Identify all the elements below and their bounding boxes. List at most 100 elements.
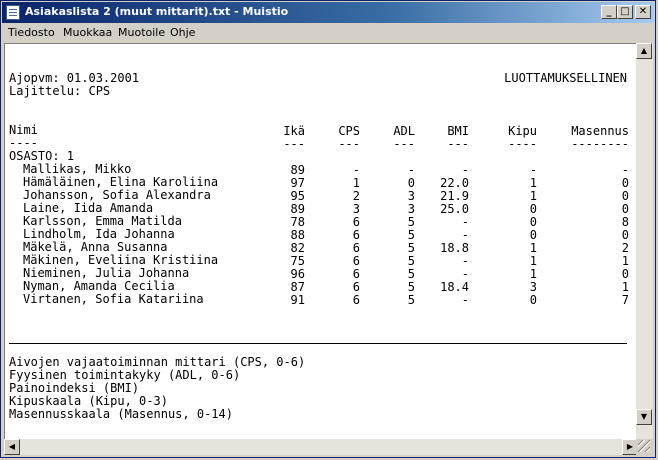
- resize-grip-icon[interactable]: [638, 440, 650, 452]
- row-bmi: -: [461, 215, 469, 229]
- row-adl: -: [407, 163, 415, 177]
- header-cps-underline: ---: [338, 137, 360, 151]
- minimize-button[interactable]: _: [601, 5, 617, 19]
- row-adl: 5: [407, 241, 415, 255]
- row-bmi: -: [461, 163, 469, 177]
- row-age: 91: [290, 293, 305, 307]
- row-adl: 0: [407, 176, 415, 190]
- scroll-down-button[interactable]: ▼: [636, 409, 652, 425]
- header-kipu: Kipu: [508, 124, 537, 138]
- row-kipu: 0: [529, 202, 537, 216]
- notepad-icon[interactable]: [6, 5, 20, 20]
- header-masennus-underline: --------: [571, 137, 629, 151]
- row-masennus: 1: [621, 280, 629, 294]
- row-cps: 3: [352, 202, 360, 216]
- menu-muokkaa[interactable]: Muokkaa: [63, 26, 112, 39]
- row-masennus: 8: [621, 215, 629, 229]
- row-kipu: 3: [529, 280, 537, 294]
- row-adl: 5: [407, 254, 415, 268]
- horizontal-scrollbar[interactable]: ◀ ▶: [4, 439, 638, 455]
- header-kipu-underline: ----: [508, 137, 537, 151]
- row-age: 95: [290, 189, 305, 203]
- maximize-button[interactable]: □: [617, 5, 633, 19]
- row-masennus: 0: [621, 189, 629, 203]
- row-bmi: -: [461, 293, 469, 307]
- menu-tiedosto[interactable]: Tiedosto: [8, 26, 55, 39]
- separator-line: [9, 343, 627, 344]
- row-masennus: 0: [621, 267, 629, 281]
- scroll-up-button[interactable]: ▲: [636, 43, 652, 59]
- text-editor[interactable]: Ajopvm: 01.03.2001 LUOTTAMUKSELLINEN Laj…: [4, 43, 637, 441]
- row-cps: 6: [352, 293, 360, 307]
- row-age: 75: [290, 254, 305, 268]
- menu-ohje[interactable]: Ohje: [170, 26, 195, 39]
- row-adl: 5: [407, 293, 415, 307]
- header-masennus: Masennus: [571, 124, 629, 138]
- row-cps: 6: [352, 280, 360, 294]
- header-bmi: BMI: [447, 124, 469, 138]
- row-masennus: 1: [621, 254, 629, 268]
- header-age-underline: ---: [283, 137, 305, 151]
- row-masennus: 7: [621, 293, 629, 307]
- row-masennus: 2: [621, 241, 629, 255]
- row-age: 96: [290, 267, 305, 281]
- menu-bar: Tiedosto Muokkaa Muotoile Ohje: [2, 23, 654, 42]
- window-title: Asiakaslista 2 (muut mittarit).txt - Mui…: [25, 5, 289, 18]
- header-age: Ikä: [283, 124, 305, 138]
- resize-corner[interactable]: [636, 439, 653, 455]
- header-adl-underline: ---: [393, 137, 415, 151]
- title-bar[interactable]: Asiakaslista 2 (muut mittarit).txt - Mui…: [2, 2, 654, 23]
- confidential-label: LUOTTAMUKSELLINEN: [504, 71, 627, 85]
- row-cps: 6: [352, 228, 360, 242]
- header-cps: CPS: [338, 124, 360, 138]
- row-adl: 5: [407, 228, 415, 242]
- row-bmi: -: [461, 267, 469, 281]
- close-button[interactable]: ✕: [635, 5, 651, 19]
- row-bmi: -: [461, 254, 469, 268]
- row-bmi: 18.4: [440, 280, 469, 294]
- row-kipu: 1: [529, 241, 537, 255]
- row-age: 78: [290, 215, 305, 229]
- row-cps: 6: [352, 241, 360, 255]
- row-kipu: 1: [529, 254, 537, 268]
- row-bmi: 18.8: [440, 241, 469, 255]
- row-cps: -: [352, 163, 360, 177]
- row-bmi: -: [461, 228, 469, 242]
- row-cps: 1: [352, 176, 360, 190]
- menu-muotoile[interactable]: Muotoile: [118, 26, 165, 39]
- row-age: 89: [290, 163, 305, 177]
- vertical-scrollbar[interactable]: ▲ ▼: [636, 43, 653, 442]
- row-kipu: -: [529, 163, 537, 177]
- row-adl: 3: [407, 202, 415, 216]
- row-age: 97: [290, 176, 305, 190]
- row-bmi: 25.0: [440, 202, 469, 216]
- header-adl: ADL: [393, 124, 415, 138]
- row-masennus: 0: [621, 228, 629, 242]
- row-masennus: -: [621, 163, 629, 177]
- row-cps: 6: [352, 254, 360, 268]
- row-adl: 3: [407, 189, 415, 203]
- row-cps: 6: [352, 267, 360, 281]
- document-content: Ajopvm: 01.03.2001 LUOTTAMUKSELLINEN Laj…: [9, 44, 631, 440]
- row-adl: 5: [407, 280, 415, 294]
- row-adl: 5: [407, 215, 415, 229]
- row-age: 82: [290, 241, 305, 255]
- notepad-window: Asiakaslista 2 (muut mittarit).txt - Mui…: [0, 0, 656, 458]
- scroll-left-button[interactable]: ◀: [4, 439, 20, 455]
- row-masennus: 0: [621, 202, 629, 216]
- row-kipu: 1: [529, 267, 537, 281]
- legend-line: Masennusskaala (Masennus, 0-14): [9, 407, 233, 421]
- row-kipu: 1: [529, 189, 537, 203]
- row-age: 89: [290, 202, 305, 216]
- row-kipu: 0: [529, 228, 537, 242]
- row-kipu: 0: [529, 215, 537, 229]
- header-bmi-underline: ---: [447, 137, 469, 151]
- row-name: Virtanen, Sofia Katariina: [23, 292, 204, 306]
- row-cps: 2: [352, 189, 360, 203]
- row-adl: 5: [407, 267, 415, 281]
- row-bmi: 22.0: [440, 176, 469, 190]
- row-age: 87: [290, 280, 305, 294]
- row-kipu: 1: [529, 176, 537, 190]
- row-kipu: 0: [529, 293, 537, 307]
- row-age: 88: [290, 228, 305, 242]
